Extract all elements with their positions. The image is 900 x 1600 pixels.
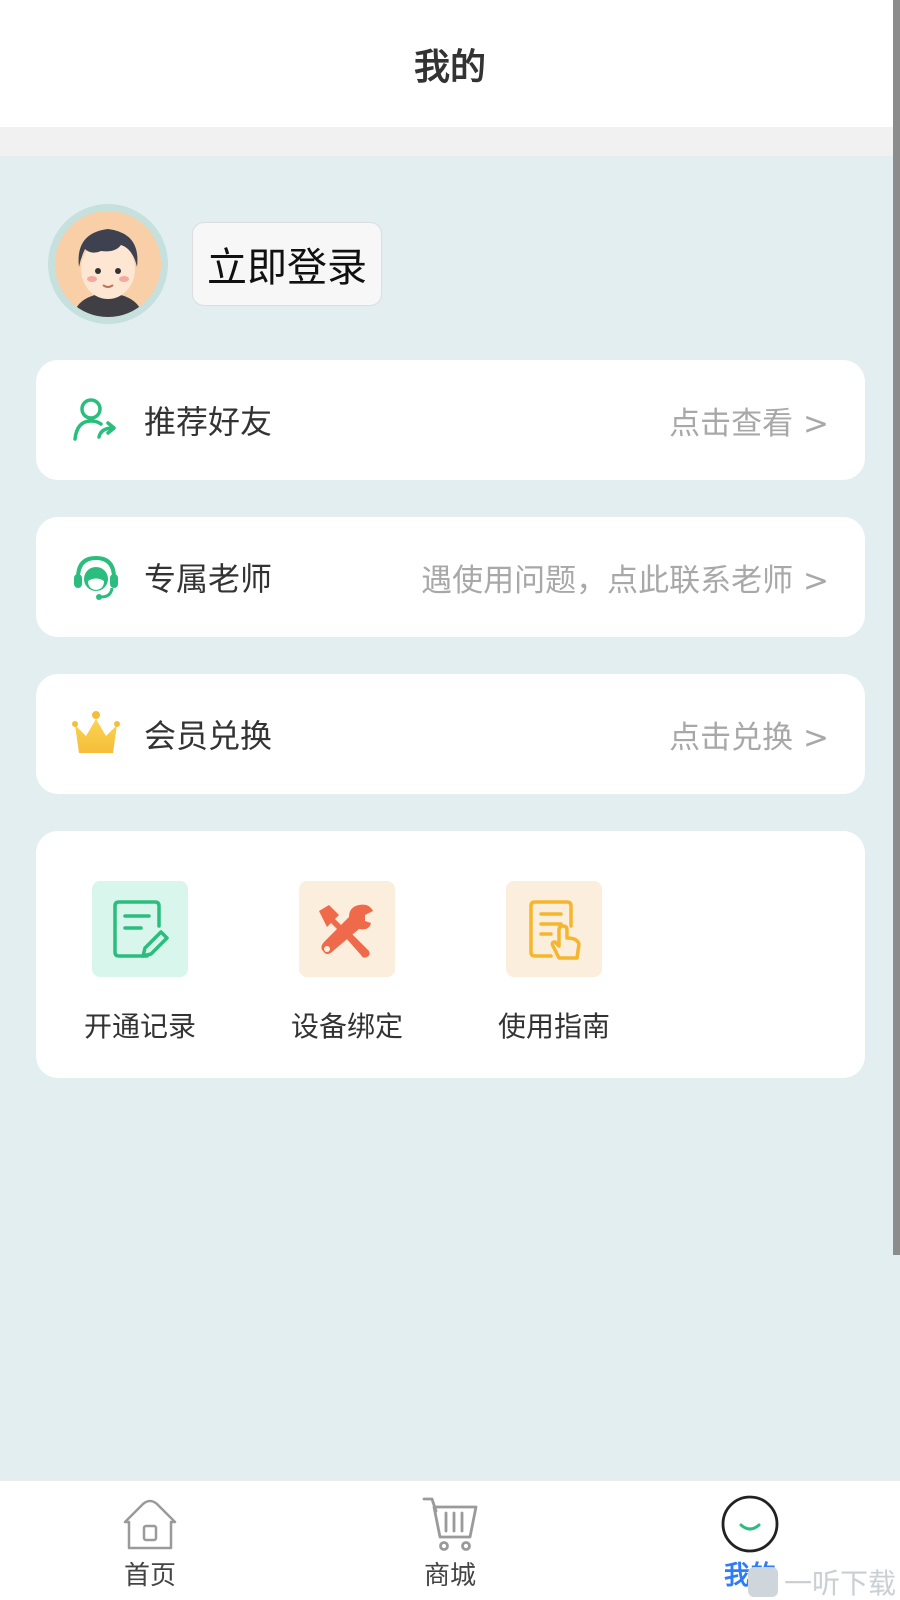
login-button[interactable]: 立即登录 <box>192 222 382 306</box>
tool-device-binding[interactable]: 设备绑定 <box>277 881 417 1045</box>
avatar-image <box>55 211 161 317</box>
tab-label: 商城 <box>423 1561 476 1591</box>
tool-label: 开通记录 <box>83 1010 196 1043</box>
tool-open-records[interactable]: 开通记录 <box>70 881 210 1045</box>
menu-item-member-redeem[interactable]: 会员兑换 点击兑换 > <box>36 674 865 794</box>
avatar[interactable] <box>48 204 168 324</box>
record-edit-icon <box>92 881 188 977</box>
tools-card: 开通记录 设备绑定 使用指南 <box>36 831 865 1078</box>
watermark-text: 一听下载 <box>783 1567 896 1600</box>
menu-hint[interactable]: 遇使用问题，点此联系老师 > <box>421 555 829 600</box>
page-title: 我的 <box>413 46 486 88</box>
menu-label: 专属老师 <box>144 560 273 598</box>
wrench-screwdriver-icon <box>299 881 395 977</box>
header-divider <box>0 127 900 156</box>
menu-label: 推荐好友 <box>144 403 273 441</box>
tool-label: 使用指南 <box>497 1010 610 1043</box>
tab-home[interactable]: 首页 <box>75 1481 225 1600</box>
watermark-logo-icon <box>747 1567 778 1597</box>
tab-mall[interactable]: 商城 <box>375 1481 525 1600</box>
profile-section: 立即登录 <box>48 204 382 324</box>
menu-label: 会员兑换 <box>144 717 273 755</box>
menu-item-recommend-friend[interactable]: 推荐好友 点击查看 > <box>36 360 865 480</box>
headset-icon <box>70 551 122 603</box>
tool-user-guide[interactable]: 使用指南 <box>484 881 624 1045</box>
tab-label: 首页 <box>123 1561 176 1591</box>
menu-hint[interactable]: 点击兑换 > <box>669 712 829 757</box>
menu-item-dedicated-teacher[interactable]: 专属老师 遇使用问题，点此联系老师 > <box>36 517 865 637</box>
crown-icon <box>70 708 122 760</box>
watermark: 一听下载 <box>747 1562 896 1600</box>
scrollbar[interactable] <box>893 0 900 1255</box>
guide-document-icon <box>506 881 602 977</box>
tool-label: 设备绑定 <box>290 1010 403 1043</box>
page-header: 我的 <box>0 0 900 127</box>
cart-icon <box>420 1495 480 1553</box>
menu-hint[interactable]: 点击查看 > <box>669 398 829 443</box>
smile-icon <box>720 1495 780 1553</box>
user-share-icon <box>70 394 122 446</box>
home-icon <box>120 1495 180 1553</box>
